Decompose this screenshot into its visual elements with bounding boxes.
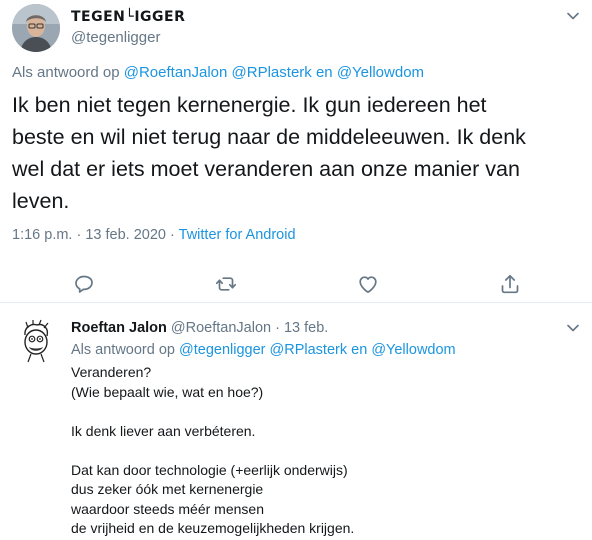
share-icon: [501, 274, 519, 294]
meta-separator: ·: [76, 227, 82, 243]
tweet-text-line: Veranderen?: [71, 364, 152, 380]
avatar-photo-icon: [12, 4, 60, 52]
reply-context: Als antwoord op @tegenligger @RPlasterk …: [71, 342, 456, 358]
reply-context: Als antwoord op @RoeftanJalon @RPlasterk…: [12, 64, 424, 81]
mention-conjunction[interactable]: en: [351, 342, 367, 358]
reply-icon: [75, 275, 93, 293]
mention-link[interactable]: @RPlasterk: [270, 342, 348, 358]
heart-icon: [359, 276, 377, 294]
cartoon-avatar-icon: [12, 318, 60, 366]
reply-header: Roeftan Jalon @RoeftanJalon · 13 feb.: [71, 320, 328, 336]
reply-prefix: Als antwoord op: [71, 342, 180, 358]
reply-prefix: Als antwoord op: [12, 64, 124, 81]
mention-link[interactable]: @Yellowdom: [371, 342, 455, 358]
tweet-text-line: Ik denk liever aan verbéteren.: [71, 422, 256, 439]
meta-separator: ·: [275, 320, 280, 336]
author-name[interactable]: TEGEN└IGGER: [71, 9, 185, 25]
tweet-text: Veranderen? (Wie bepaalt wie, wat en hoe…: [71, 363, 354, 539]
tweet-meta: 1:16 p.m. · 13 feb. 2020 · Twitter for A…: [12, 227, 296, 243]
tweet-text-line: [71, 402, 354, 422]
avatar[interactable]: [12, 4, 60, 52]
tweet-text: Ik ben niet tegen kernenergie. Ik gun ie…: [12, 89, 572, 217]
tweet-date[interactable]: 13 feb.: [284, 320, 328, 336]
tweet-text-line: leven.: [12, 189, 70, 213]
tweet-text-line: de vrijheid en de keuzemogelijkheden kri…: [71, 520, 355, 536]
tweet-text-line: dus zeker óók met kernenergie: [71, 481, 264, 497]
tweet-source-link[interactable]: Twitter for Android: [179, 227, 296, 243]
mention-link[interactable]: @RPlasterk: [232, 64, 312, 81]
tweet-text-line: Dat kan door technologie (+eerlijk onder…: [71, 461, 348, 478]
tweet-text-line: [71, 441, 354, 461]
tweet-text-line: wel dat er iets moet veranderen aan onze…: [12, 157, 520, 181]
action-bar: [0, 272, 592, 296]
chevron-down-icon[interactable]: [565, 8, 581, 24]
tweet-text-line: Ik ben niet tegen kernenergie. Ik gun ie…: [12, 93, 487, 117]
author-name[interactable]: Roeftan Jalon: [71, 320, 167, 336]
tweet-text-line: beste en wil niet terug naar de middelee…: [12, 125, 526, 149]
mention-link[interactable]: @RoeftanJalon: [124, 64, 228, 81]
mention-link[interactable]: @tegenligger: [179, 342, 265, 358]
tweet-date[interactable]: 13 feb. 2020: [85, 227, 166, 243]
tweet-text-line: (Wie bepaalt wie, wat en hoe?): [71, 383, 264, 400]
tweet-time[interactable]: 1:16 p.m.: [12, 227, 72, 243]
retweet-icon: [215, 277, 237, 291]
author-handle[interactable]: @RoeftanJalon: [171, 320, 271, 336]
avatar[interactable]: [12, 318, 60, 366]
tweet-text-line: waardoor steeds méér mensen: [71, 500, 264, 517]
share-button[interactable]: [498, 272, 522, 296]
mention-conjunction[interactable]: en: [316, 64, 333, 81]
like-button[interactable]: [356, 272, 380, 296]
main-tweet: TEGEN└IGGER @tegenligger Als antwoord op…: [0, 0, 592, 303]
retweet-button[interactable]: [214, 272, 238, 296]
meta-separator: ·: [170, 227, 175, 243]
reply-button[interactable]: [72, 272, 96, 296]
mention-link[interactable]: @Yellowdom: [337, 64, 424, 81]
chevron-down-icon[interactable]: [565, 320, 581, 336]
author-handle[interactable]: @tegenligger: [71, 29, 160, 46]
reply-tweet[interactable]: Roeftan Jalon @RoeftanJalon · 13 feb. Al…: [0, 303, 592, 540]
